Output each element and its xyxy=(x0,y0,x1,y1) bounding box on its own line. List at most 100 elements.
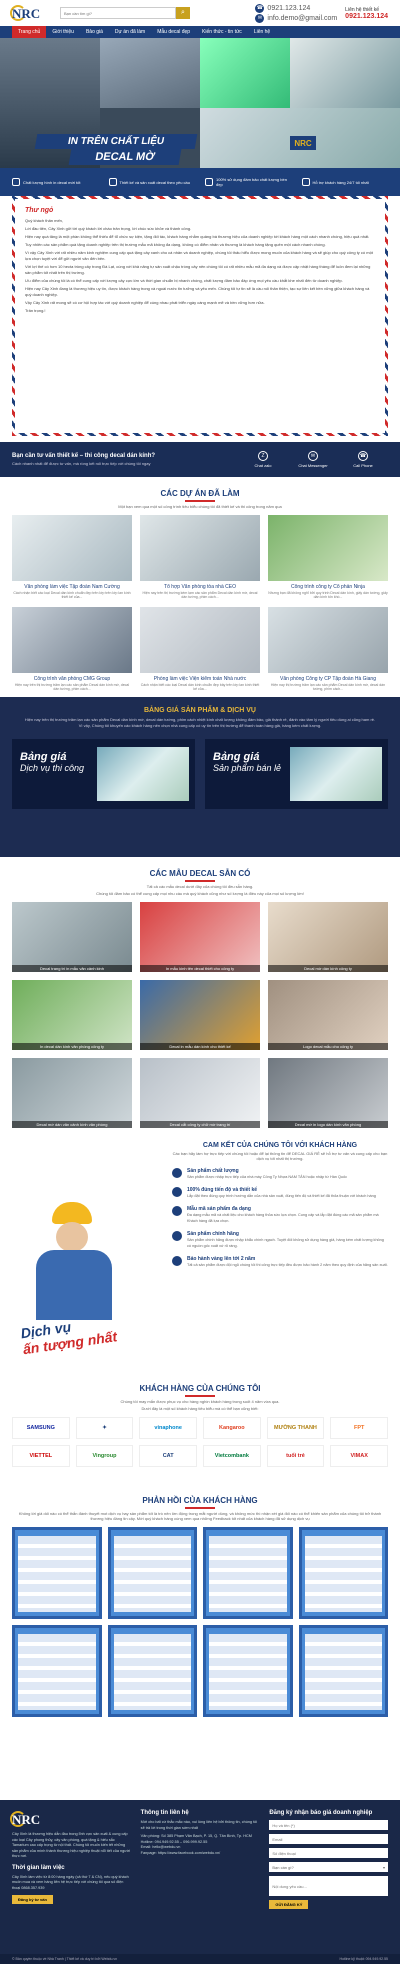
section-title: CÁC MẪU DECAL SẴN CÓ xyxy=(149,869,251,878)
letter-paragraph: Ưu điểm của chúng tôi là có thể cung cấp… xyxy=(25,278,343,283)
feedback-screenshot[interactable] xyxy=(203,1526,293,1619)
feature-item: Thiết kế và sản xuất decal theo yêu cầu xyxy=(108,178,196,186)
clients-section: KHÁCH HÀNG CỦA CHÚNG TÔI Chúng tôi may m… xyxy=(0,1384,400,1484)
feedback-screenshot[interactable] xyxy=(12,1624,102,1717)
quality-icon xyxy=(172,1168,182,1178)
features-bar: Chất lượng hình in decal mời tốt Thiết k… xyxy=(0,168,400,196)
name-field[interactable] xyxy=(269,1820,389,1830)
search-bar: ⌕ xyxy=(60,7,190,19)
logo[interactable]: NRC xyxy=(10,4,44,22)
nav-contact[interactable]: Liên hệ xyxy=(248,26,276,38)
chat-messenger-button[interactable]: ✉ Chat Messenger xyxy=(288,451,338,468)
project-card[interactable]: Công trình văn phòng CMG Group Hiện nay t… xyxy=(12,606,132,691)
letter-paragraph: Tuy nhiên các sản phẩm quà tặng doanh ng… xyxy=(25,242,326,247)
messenger-icon: ✉ xyxy=(308,451,318,461)
client-logo: vinaphone xyxy=(139,1416,197,1439)
project-card[interactable]: Văn phòng Công ty CP Tập đoàn Hà Giang Hi… xyxy=(268,606,388,691)
decal-card[interactable]: Decal cắt công ty chữ mờ trang trí xyxy=(140,1057,260,1128)
section-title: PHẢN HỒI CỦA KHÁCH HÀNG xyxy=(142,1496,258,1505)
consult-subtitle: Cách nhanh nhất để được tư vấn, mà rồng … xyxy=(12,460,151,466)
phone-icon: ☎ xyxy=(358,451,368,461)
consult-bar: Bạn cần tư vấn thiết kế – thi công decal… xyxy=(0,442,400,477)
feedback-screenshot[interactable] xyxy=(203,1624,293,1717)
nav-news[interactable]: Kiến thức - tin tức xyxy=(196,26,248,38)
project-card[interactable]: Phòng làm việc Viện kiểm toán Nhà nước Cá… xyxy=(140,606,260,691)
decal-card[interactable]: Decal trang trí in mẫu văn cảnh kinh xyxy=(12,901,132,972)
header-phone[interactable]: 0921.123.124 xyxy=(267,5,310,12)
shield-icon xyxy=(205,178,213,186)
hotline[interactable]: Liên hệ thiết kế 0921.123.124 xyxy=(345,7,388,20)
project-card[interactable]: Tổ hợp Văn phòng tòa nhà CEO Hiện nay trê… xyxy=(140,514,260,599)
footer-fanpage[interactable]: Fanpage: https://www.facebook.com/webdu.… xyxy=(141,1851,260,1857)
nav-pricing[interactable]: Bảo giá xyxy=(80,26,109,38)
footer-logo[interactable]: NRC xyxy=(10,1810,44,1828)
nav-projects[interactable]: Dự án đã làm xyxy=(109,26,151,38)
submit-button[interactable]: GỬI ĐĂNG KÝ xyxy=(269,1900,309,1909)
decal-samples-section: CÁC MẪU DECAL SẴN CÓ Tất cả các mẫu deca… xyxy=(0,869,400,1134)
hero-banner: NRC IN TRÊN CHẤT LIỆU DECAL MỜ xyxy=(0,38,400,168)
projects-section: CÁC DỰ ÁN ĐÃ LÀM Một bạn xem qua một số … xyxy=(0,489,400,691)
footer-hours-title: Thời gian làm việc xyxy=(12,1864,65,1871)
quality-icon xyxy=(12,178,20,186)
message-field[interactable] xyxy=(269,1876,389,1896)
nav-about[interactable]: Giới thiệu xyxy=(46,26,80,38)
service-pricing-banner[interactable]: Bảng giá Dịch vụ thi công xyxy=(12,739,195,809)
client-logo: Vingroup xyxy=(75,1444,134,1467)
retail-pricing-banner[interactable]: Bảng giá Sản phẩm bán lẻ xyxy=(205,739,388,809)
letter-section: Thư ngỏ Quý khách thân mến, Lời đầu tiên… xyxy=(12,196,388,436)
badge-icon xyxy=(172,1231,182,1241)
section-subtitle: Không lời giả dối nào có thể thắn đánh t… xyxy=(18,1510,382,1521)
footer-hours: Cây Xinh làm việc từ 8:00 hàng ngày (cả … xyxy=(12,1874,129,1890)
section-title: CÁC DỰ ÁN ĐÃ LÀM xyxy=(160,489,240,498)
decal-card[interactable]: Decal mờ dán văn cảnh kính văn phòng xyxy=(12,1057,132,1128)
commit-item: Bảo hành vàng lên tới 2 năm Tất cả sản ph… xyxy=(172,1256,388,1268)
mail-icon: ✉ xyxy=(255,13,265,23)
phone-field[interactable] xyxy=(269,1848,389,1858)
client-logo: VIMAX xyxy=(330,1444,388,1467)
search-button[interactable]: ⌕ xyxy=(176,7,190,19)
letter-paragraph: Hiện nay quá tăng là một phần không thể … xyxy=(25,234,370,239)
feedback-screenshot[interactable] xyxy=(298,1526,388,1619)
nav-samples[interactable]: Mẫu decal đẹp xyxy=(151,26,196,38)
feedback-screenshot[interactable] xyxy=(107,1624,197,1717)
nav-home[interactable]: Trang chủ xyxy=(12,26,47,38)
client-logo: SAMSUNG xyxy=(12,1416,70,1439)
client-logo: tuổi trẻ xyxy=(266,1444,325,1467)
section-title: CAM KẾT CỦA CHÚNG TÔI VỚI KHÁCH HÀNG xyxy=(202,1142,358,1149)
section-title: KHÁCH HÀNG CỦA CHÚNG TÔI xyxy=(139,1384,261,1393)
site-header: NRC ⌕ ☎0921.123.124 ✉info.demo@gmail.com… xyxy=(0,0,400,26)
header-email[interactable]: info.demo@gmail.com xyxy=(267,15,337,22)
decal-card[interactable]: Decal mờ dán kính công ty xyxy=(268,901,388,972)
form-title: Đăng ký nhận báo giá doanh nghiệp xyxy=(269,1810,373,1816)
project-card[interactable]: Văn phòng làm việc Tập đoàn Nam Cường Các… xyxy=(12,514,132,599)
letter-paragraph: Với lợi thế có hơn 10 hecta trồng cây tr… xyxy=(25,264,371,275)
chat-zalo-button[interactable]: Z Chat zalo xyxy=(238,451,288,468)
email-field[interactable] xyxy=(269,1834,389,1844)
project-card[interactable]: Công trình công ty Cổ phần Ninja Nhưng bạ… xyxy=(268,514,388,599)
search-icon: ⌕ xyxy=(181,9,185,16)
hotline-number: 0921.123.124 xyxy=(345,12,388,20)
pricing-section: BẢNG GIÁ SẢN PHẨM & DỊCH VỤ Hiện nay trê… xyxy=(0,697,400,857)
letter-paragraph: Quý khách thân mến, xyxy=(25,218,64,223)
decal-card[interactable]: In decal dán kinh văn phòng công ty xyxy=(12,979,132,1050)
decal-card[interactable]: Logo decal mẫu cho công ty xyxy=(268,979,388,1050)
feedback-screenshot[interactable] xyxy=(12,1526,102,1619)
call-phone-button[interactable]: ☎ Call Phone xyxy=(338,451,388,468)
decal-card[interactable]: In mẫu kinh tên decal thiết cho công ty xyxy=(140,901,260,972)
need-select[interactable]: Bạn cần gì? ▾ xyxy=(269,1862,389,1872)
decal-card[interactable]: Decal in mẫu dán kính cho thiết kế xyxy=(140,979,260,1050)
phone-icon: ☎ xyxy=(255,3,265,13)
warranty-icon xyxy=(172,1256,182,1266)
hero-title-line2: DECAL MỜ xyxy=(68,149,182,165)
register-button[interactable]: Đăng ký tư vấn xyxy=(12,1895,53,1904)
decal-card[interactable]: Decal mờ in logo dán kính văn phòng xyxy=(268,1057,388,1128)
search-input[interactable] xyxy=(60,7,176,19)
commit-item: 100% đúng tiến độ và thiết kế Lắp đặt the… xyxy=(172,1187,388,1199)
contact-info: ☎ 0921.123.124 ✉ info.demo@gmail.com xyxy=(255,3,337,23)
feedback-screenshot[interactable] xyxy=(107,1526,197,1619)
footer-contact-text: Mới cho bất cứ thắc mắc nào, vui lòng li… xyxy=(140,1820,258,1830)
hero-title-line1: IN TRÊN CHẤT LIỆU xyxy=(34,134,198,149)
support-icon xyxy=(301,178,310,186)
letter-paragraph: Lời đầu tiên, Cây Xinh gửi tới quý khách… xyxy=(25,226,192,231)
feedback-screenshot[interactable] xyxy=(298,1624,388,1717)
